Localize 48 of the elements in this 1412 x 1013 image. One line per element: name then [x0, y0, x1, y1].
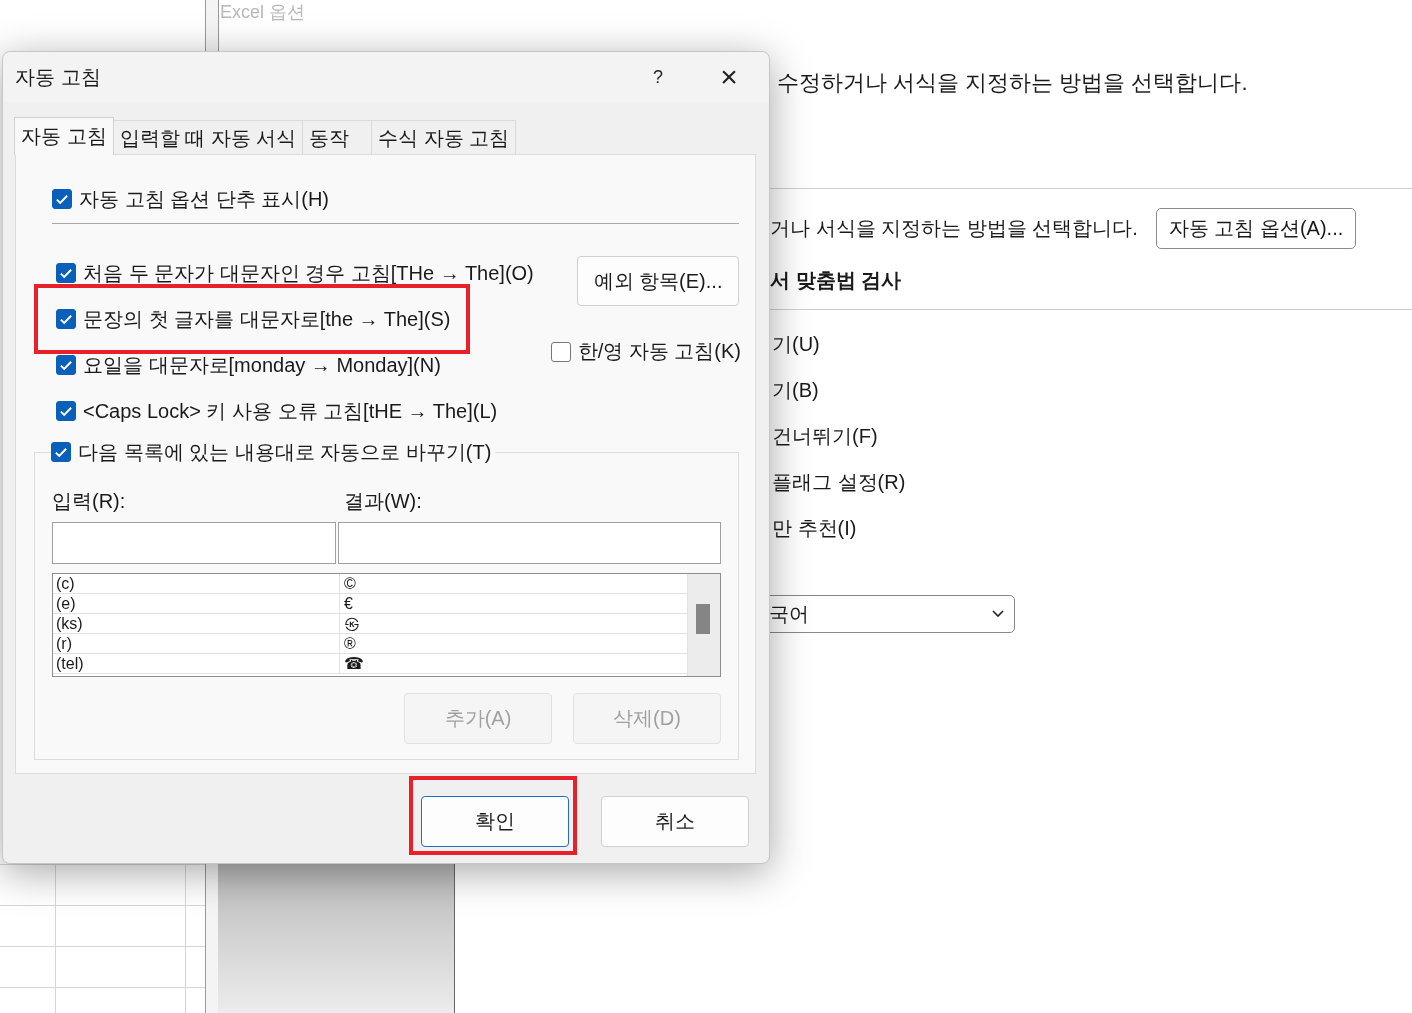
autocorrect-options-button[interactable]: 자동 고침 옵션(A)...: [1155, 208, 1357, 249]
exceptions-button[interactable]: 예외 항목(E)...: [577, 256, 739, 306]
checkbox[interactable]: [550, 341, 571, 362]
ok-button[interactable]: 확인: [421, 796, 569, 847]
table-cell[interactable]: €: [340, 594, 353, 613]
checkbox[interactable]: [51, 442, 71, 462]
checkbox-label: 처음 두 문자가 대문자인 경우 고침[THe → The](O): [83, 260, 534, 286]
checkbox[interactable]: [56, 355, 76, 375]
option-label[interactable]: 기(B): [772, 376, 819, 422]
checkbox-label: 요일을 대문자로[monday → Monday](N): [83, 352, 441, 378]
tab[interactable]: 수식 자동 고침: [371, 120, 517, 154]
table-cell[interactable]: ☎: [340, 654, 364, 673]
table-cell[interactable]: (e): [53, 594, 340, 613]
input-field[interactable]: [338, 522, 721, 564]
checkbox-label: 문장의 첫 글자를 대문자로[the → The](S): [83, 306, 451, 332]
option-label[interactable]: 만 추천(I): [772, 514, 857, 560]
chevron-icon: [992, 610, 1004, 618]
field-label: 결과(W):: [344, 489, 422, 514]
table-cell[interactable]: (tel): [53, 654, 340, 673]
scrollbar[interactable]: [687, 574, 720, 676]
table-cell[interactable]: (ks): [53, 614, 340, 633]
section-title: 서 맞춤법 검사: [770, 268, 902, 293]
tab[interactable]: 자동 고침: [14, 117, 114, 155]
checkbox[interactable]: [56, 263, 76, 283]
option-label[interactable]: 건너뛰기(F): [772, 422, 878, 468]
description-text: 거나 서식을 지정하는 방법을 선택합니다.: [770, 216, 1138, 241]
option-label[interactable]: 플래그 설정(R): [772, 468, 906, 514]
cancel-button[interactable]: 취소: [601, 796, 749, 847]
table-cell[interactable]: ㉿: [340, 614, 360, 633]
checkbox[interactable]: [56, 309, 76, 329]
close-button[interactable]: ×: [709, 59, 749, 95]
checkbox-label: 한/영 자동 고침(K): [577, 339, 741, 364]
window-title: Excel 옵션: [220, 1, 306, 24]
dialog-title: 자동 고침: [15, 64, 102, 90]
table-cell[interactable]: ©: [340, 574, 356, 593]
table-cell[interactable]: (c): [53, 574, 340, 593]
checkbox[interactable]: [52, 189, 72, 209]
option-label[interactable]: 기(U): [772, 330, 820, 376]
checkbox-label: <Caps Lock> 키 사용 오류 고침[tHE → The](L): [83, 398, 498, 424]
table-cell[interactable]: ®: [340, 634, 356, 653]
checkbox-label: 자동 고침 옵션 단추 표시(H): [79, 186, 329, 212]
field-label: 입력(R):: [52, 489, 127, 514]
input-field[interactable]: [52, 522, 337, 564]
description-text: 수정하거나 서식을 지정하는 방법을 선택합니다.: [777, 69, 1248, 97]
checkbox[interactable]: [56, 401, 76, 421]
checkbox-label: 다음 목록에 있는 내용대로 자동으로 바꾸기(T): [78, 439, 492, 465]
help-button[interactable]: ?: [643, 65, 673, 89]
table-cell[interactable]: (r): [53, 634, 340, 653]
